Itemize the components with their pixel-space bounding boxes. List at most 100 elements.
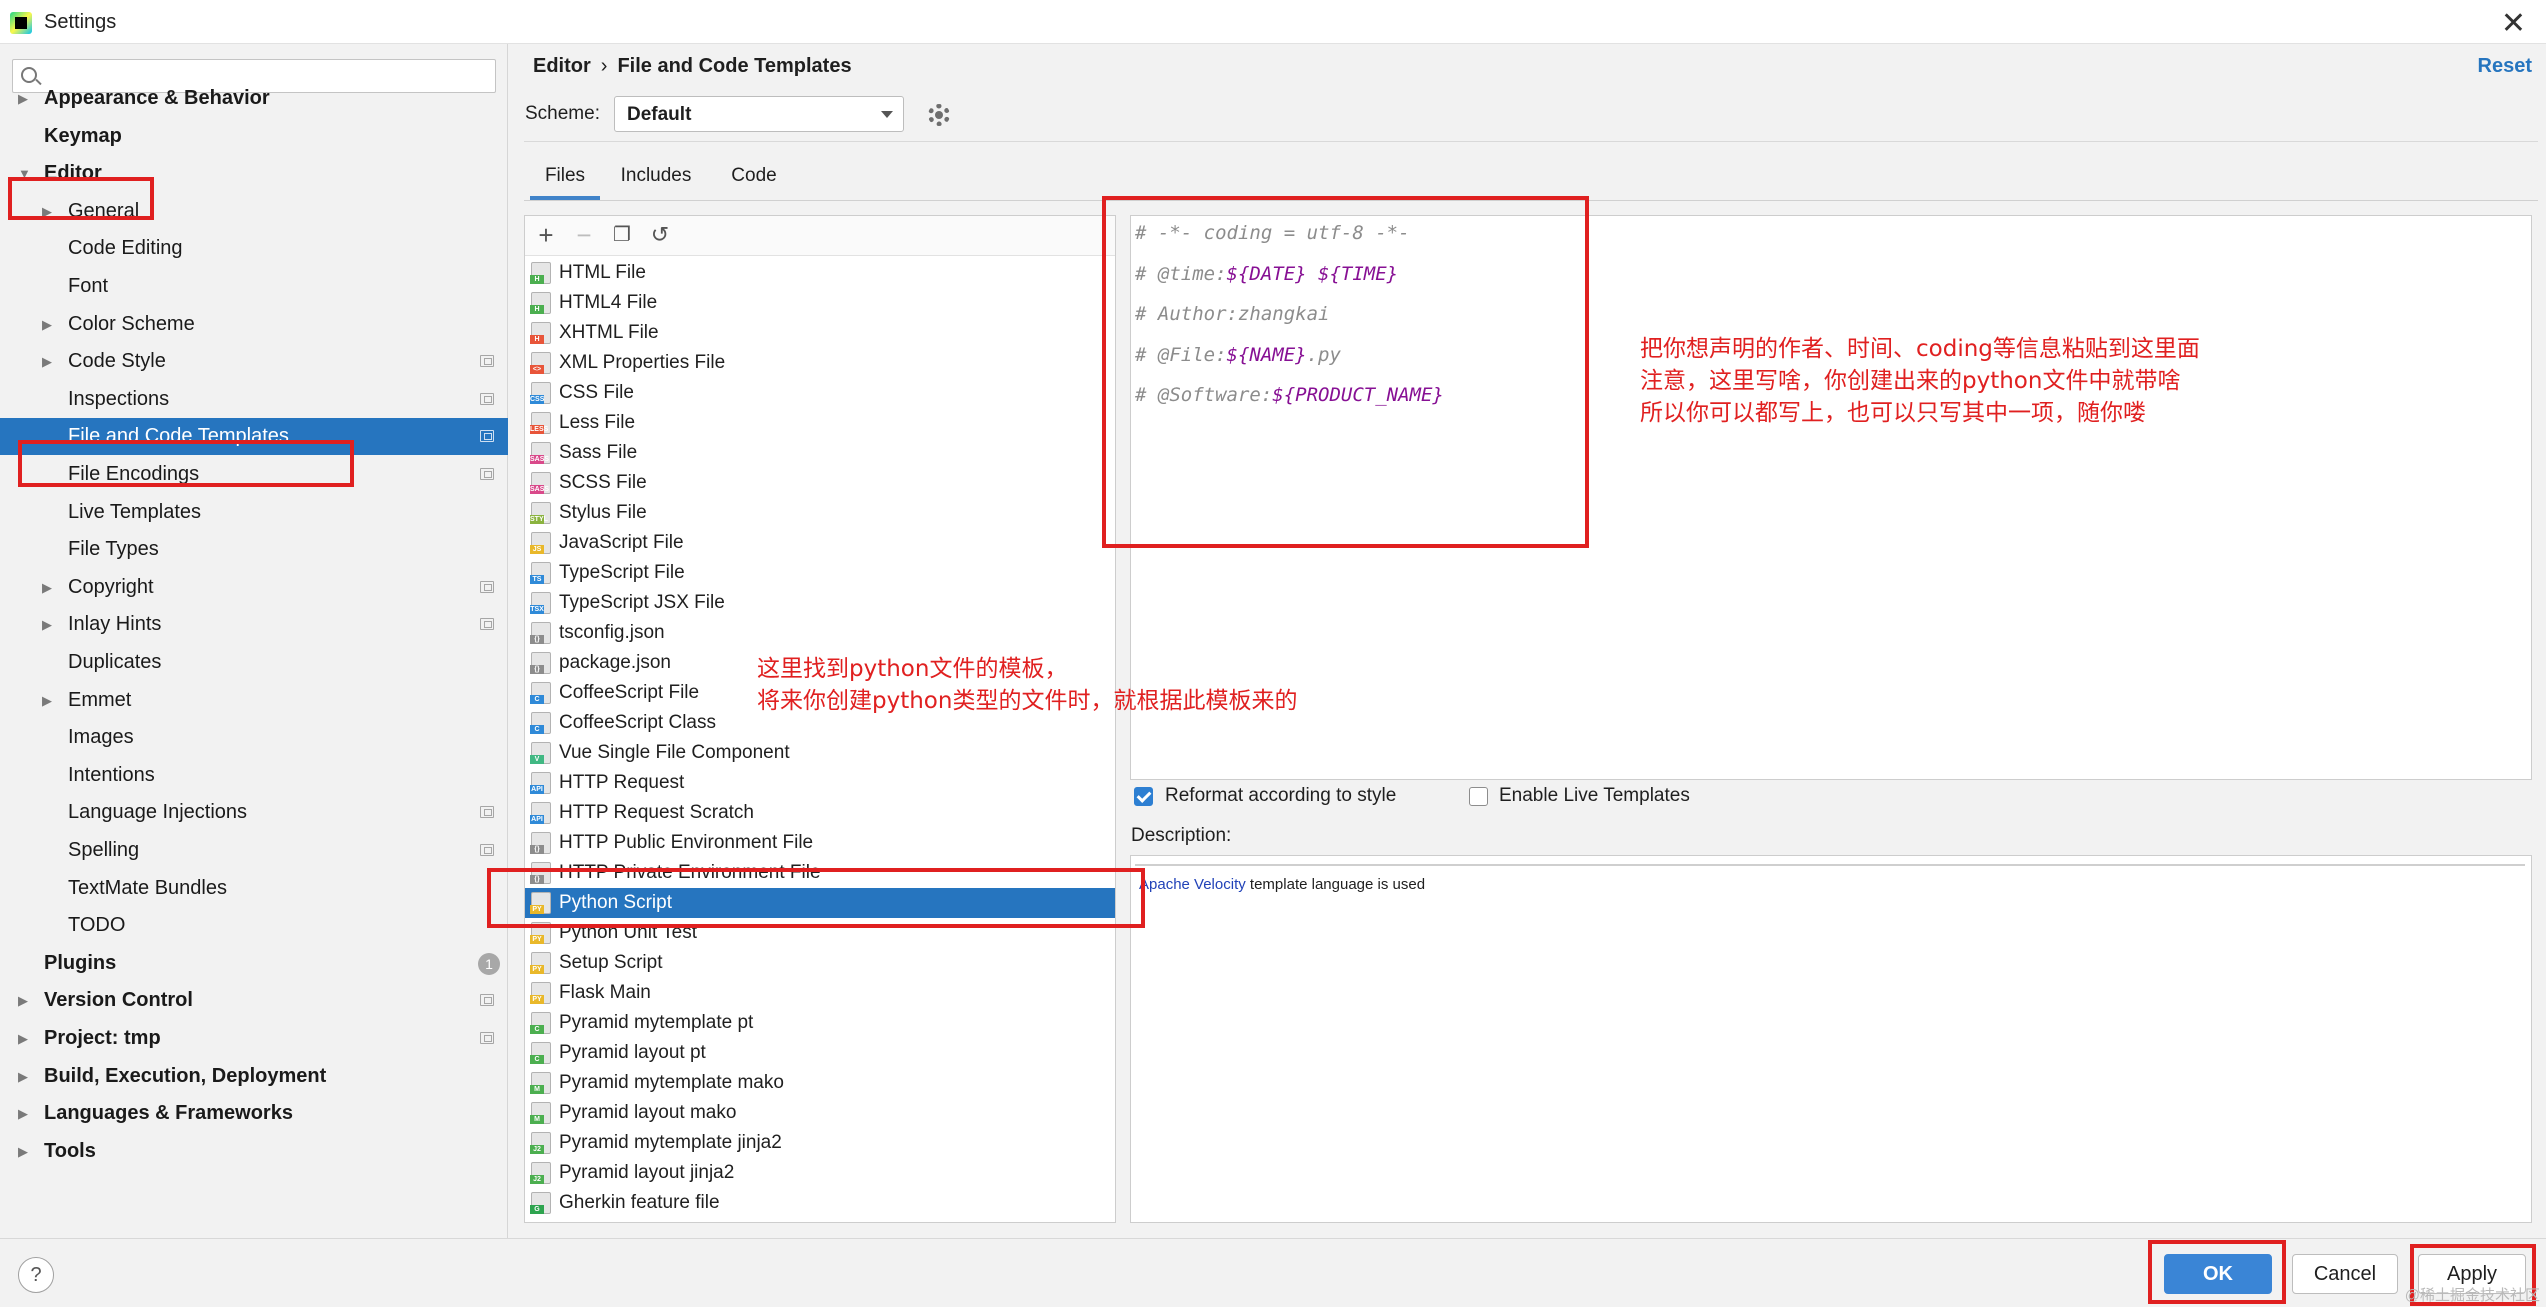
- window-title: Settings: [44, 11, 117, 33]
- template-list-item[interactable]: SASS SCSS File: [525, 468, 1115, 498]
- template-list-item[interactable]: {} HTTP Public Environment File: [525, 828, 1115, 858]
- chevron-right-icon[interactable]: ▶: [42, 306, 52, 343]
- reformat-label[interactable]: Reformat according to style: [1165, 785, 1396, 807]
- tab-includes[interactable]: Includes: [608, 158, 704, 200]
- file-type-icon: H: [530, 262, 551, 284]
- sidebar-item[interactable]: ▶ Color Scheme: [0, 306, 508, 343]
- reset-icon[interactable]: ↺: [645, 220, 675, 250]
- template-list-item[interactable]: H XHTML File: [525, 318, 1115, 348]
- template-list-item[interactable]: C Pyramid mytemplate pt: [525, 1008, 1115, 1038]
- template-list-item[interactable]: CSS CSS File: [525, 378, 1115, 408]
- chevron-right-icon[interactable]: ▶: [42, 343, 52, 380]
- template-list-item[interactable]: M Pyramid mytemplate mako: [525, 1068, 1115, 1098]
- sidebar-item[interactable]: Language Injections: [0, 794, 508, 831]
- template-list-item[interactable]: G Gherkin feature file: [525, 1188, 1115, 1218]
- template-list-item[interactable]: H HTML4 File: [525, 288, 1115, 318]
- help-button[interactable]: ?: [18, 1257, 54, 1293]
- sidebar-item[interactable]: ▶ Build, Execution, Deployment: [0, 1058, 508, 1095]
- add-icon[interactable]: +: [531, 220, 561, 250]
- annotation-box-code: [1102, 196, 1589, 548]
- template-list-item[interactable]: PY Flask Main: [525, 978, 1115, 1008]
- project-scope-icon: [480, 994, 494, 1007]
- sidebar-item[interactable]: ▶ Tools: [0, 1133, 508, 1170]
- velocity-link[interactable]: Apache Velocity: [1139, 876, 1246, 893]
- sidebar-item[interactable]: TextMate Bundles: [0, 870, 508, 907]
- chevron-right-icon[interactable]: ▶: [42, 569, 52, 606]
- remove-icon[interactable]: −: [569, 220, 599, 250]
- template-list-item[interactable]: JS JavaScript File: [525, 528, 1115, 558]
- live-templates-checkbox[interactable]: [1469, 787, 1488, 806]
- sidebar-item[interactable]: ▶ Inlay Hints: [0, 606, 508, 643]
- sidebar-item[interactable]: Font: [0, 268, 508, 305]
- tab-code[interactable]: Code: [712, 158, 796, 200]
- template-list-item[interactable]: STYL Stylus File: [525, 498, 1115, 528]
- sidebar-item[interactable]: File Types: [0, 531, 508, 568]
- reset-link[interactable]: Reset: [2478, 55, 2532, 78]
- chevron-right-icon[interactable]: ▶: [18, 1058, 28, 1095]
- annotation-box-editor: [8, 177, 154, 220]
- file-type-tag: C: [530, 1025, 544, 1034]
- file-type-icon: G: [530, 1192, 551, 1214]
- sidebar-item-label: Code Editing: [68, 237, 183, 260]
- chevron-right-icon[interactable]: ▶: [18, 80, 28, 117]
- chevron-right-icon[interactable]: ▶: [18, 1133, 28, 1170]
- sidebar-item-label: Duplicates: [68, 651, 162, 673]
- template-list-item[interactable]: API HTTP Request: [525, 768, 1115, 798]
- sidebar-item[interactable]: Code Editing: [0, 230, 508, 267]
- template-list-item[interactable]: SASS Sass File: [525, 438, 1115, 468]
- close-icon[interactable]: ✕: [2501, 6, 2526, 41]
- file-type-icon: STYL: [530, 502, 551, 524]
- template-list-item[interactable]: J2 Pyramid layout jinja2: [525, 1158, 1115, 1188]
- sidebar-item[interactable]: Duplicates: [0, 644, 508, 681]
- chevron-right-icon[interactable]: ▶: [18, 1095, 28, 1132]
- breadcrumb-parent[interactable]: Editor: [533, 55, 591, 77]
- file-type-icon: C: [530, 712, 551, 734]
- chevron-right-icon[interactable]: ▶: [18, 982, 28, 1019]
- template-list-item[interactable]: H HTML File: [525, 258, 1115, 288]
- sidebar-item[interactable]: Keymap: [0, 118, 508, 155]
- template-list-item[interactable]: C Pyramid layout pt: [525, 1038, 1115, 1068]
- template-list-item[interactable]: API HTTP Request Scratch: [525, 798, 1115, 828]
- sidebar-item[interactable]: TODO: [0, 907, 508, 944]
- template-list-item[interactable]: V Vue Single File Component: [525, 738, 1115, 768]
- sidebar-item[interactable]: Spelling: [0, 832, 508, 869]
- sidebar-item[interactable]: ▶ Version Control: [0, 982, 508, 1019]
- tab-label: Code: [731, 165, 777, 186]
- sidebar-item[interactable]: ▶ Emmet: [0, 682, 508, 719]
- template-label: Sass File: [559, 442, 638, 463]
- template-label: HTTP Public Environment File: [559, 832, 814, 853]
- copy-icon[interactable]: ❐: [607, 220, 637, 250]
- chevron-right-icon[interactable]: ▶: [42, 682, 52, 719]
- chevron-right-icon[interactable]: ▶: [18, 1020, 28, 1057]
- sidebar-item[interactable]: ▶ Code Style: [0, 343, 508, 380]
- template-list-item[interactable]: PY Setup Script: [525, 948, 1115, 978]
- template-list-item[interactable]: TSX TypeScript JSX File: [525, 588, 1115, 618]
- sidebar-item[interactable]: ▶ Copyright: [0, 569, 508, 606]
- template-list-item[interactable]: {} tsconfig.json: [525, 618, 1115, 648]
- sidebar-item[interactable]: Intentions: [0, 757, 508, 794]
- file-type-tag: {}: [530, 845, 544, 854]
- template-list-item[interactable]: TS TypeScript File: [525, 558, 1115, 588]
- template-list-item[interactable]: <> XML Properties File: [525, 348, 1115, 378]
- sidebar-item-label: Live Templates: [68, 500, 202, 523]
- live-templates-label[interactable]: Enable Live Templates: [1499, 785, 1690, 807]
- sidebar-item[interactable]: ▶ Project: tmp: [0, 1020, 508, 1057]
- sidebar-item[interactable]: ▶ Appearance & Behavior: [0, 80, 508, 117]
- sidebar-item[interactable]: ▶ Languages & Frameworks: [0, 1095, 508, 1132]
- sidebar-item[interactable]: Inspections: [0, 381, 508, 418]
- file-type-icon: PY: [530, 952, 551, 974]
- tab-files[interactable]: Files: [530, 158, 600, 200]
- file-type-tag: JS: [530, 545, 544, 554]
- gear-icon[interactable]: [928, 104, 950, 126]
- template-list-item[interactable]: M Pyramid layout mako: [525, 1098, 1115, 1128]
- template-list-item[interactable]: J2 Pyramid mytemplate jinja2: [525, 1128, 1115, 1158]
- scheme-dropdown[interactable]: Default: [614, 96, 904, 132]
- template-label: CSS File: [559, 382, 634, 403]
- template-list-item[interactable]: LESS Less File: [525, 408, 1115, 438]
- cancel-button[interactable]: Cancel: [2292, 1254, 2398, 1294]
- sidebar-item[interactable]: Plugins 1: [0, 945, 508, 982]
- sidebar-item[interactable]: Images: [0, 719, 508, 756]
- reformat-checkbox[interactable]: [1134, 787, 1153, 806]
- sidebar-item[interactable]: Live Templates: [0, 494, 508, 531]
- chevron-right-icon[interactable]: ▶: [42, 606, 52, 643]
